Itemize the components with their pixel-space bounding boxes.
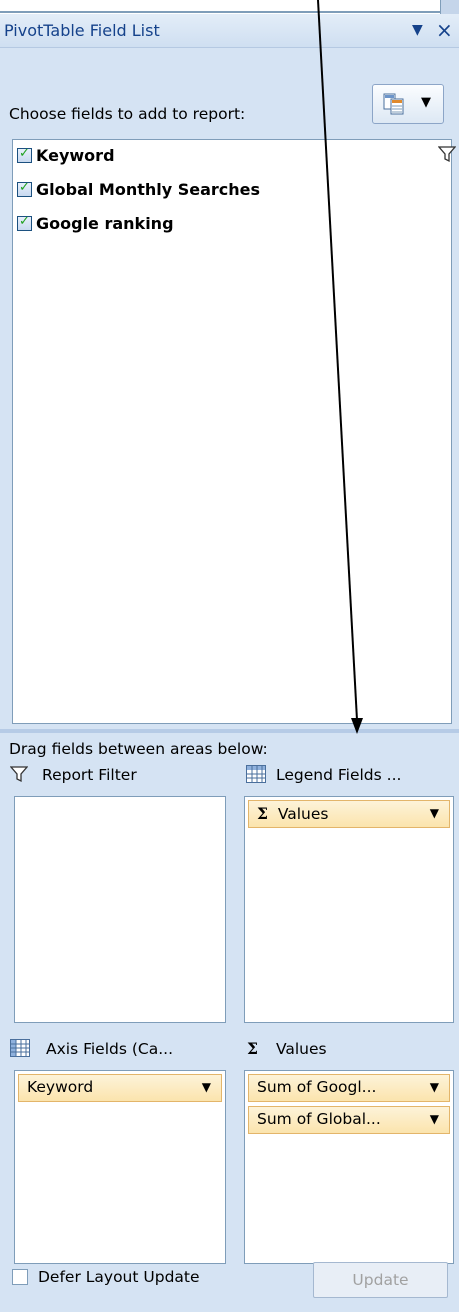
chip-label: Keyword — [27, 1078, 94, 1096]
field-checkbox-google-ranking[interactable]: ✓ — [17, 214, 32, 231]
chip-label: Sum of Googl... — [257, 1078, 377, 1096]
checkmark-icon: ✓ — [19, 180, 30, 195]
field-label: Google ranking — [36, 214, 174, 233]
window-border-line — [0, 11, 440, 13]
choose-fields-label: Choose fields to add to report: — [9, 105, 246, 123]
panel-title: PivotTable Field List — [4, 21, 160, 40]
pivottable-field-list-panel: PivotTable Field List ▼ × Choose fields … — [0, 14, 459, 1312]
report-filter-header: Report Filter — [9, 765, 137, 784]
chevron-down-icon: ▼ — [429, 806, 439, 820]
legend-values-chip[interactable]: Σ Values ▼ — [248, 800, 450, 828]
axis-keyword-chip[interactable]: Keyword ▼ — [18, 1074, 222, 1102]
defer-layout-label: Defer Layout Update — [38, 1268, 200, 1286]
filter-icon — [9, 766, 29, 783]
values-google-chip[interactable]: Sum of Googl... ▼ — [248, 1074, 450, 1102]
chevron-down-icon: ▼ — [429, 1112, 439, 1126]
values-global-chip[interactable]: Sum of Global... ▼ — [248, 1106, 450, 1134]
sigma-icon: Σ — [247, 1039, 258, 1058]
values-label: Values — [275, 1040, 327, 1058]
field-row-keyword[interactable]: ✓ Keyword — [17, 146, 115, 176]
section-splitter[interactable] — [0, 729, 459, 733]
field-list-box: ✓ Keyword ✓ Global Monthly Searches ✓ Googl… — [12, 139, 456, 724]
field-checkbox-keyword[interactable]: ✓ — [17, 146, 32, 163]
defer-layout-checkbox[interactable] — [12, 1269, 28, 1285]
chip-label: Sum of Global... — [257, 1110, 381, 1128]
field-checkbox-global-monthly-searches[interactable]: ✓ — [17, 180, 32, 197]
defer-layout-update[interactable]: Defer Layout Update — [12, 1268, 200, 1286]
grid-icon — [246, 765, 266, 783]
chip-label: Values — [277, 805, 329, 823]
chevron-down-icon: ▼ — [429, 1080, 439, 1094]
legend-fields-label: Legend Fields ... — [276, 766, 402, 784]
values-dropzone[interactable]: Sum of Googl... ▼ Sum of Global... ▼ — [244, 1070, 454, 1264]
filter-icon[interactable] — [438, 145, 456, 163]
worksheet-edge — [0, 0, 459, 14]
legend-fields-dropzone[interactable]: Σ Values ▼ — [244, 796, 454, 1023]
panel-titlebar: PivotTable Field List ▼ × — [0, 14, 459, 48]
checkmark-icon: ✓ — [19, 146, 30, 161]
layout-icon — [383, 93, 404, 115]
chevron-down-icon: ▼ — [201, 1080, 211, 1094]
report-filter-dropzone[interactable] — [14, 796, 226, 1023]
panel-options-chevron-down-icon[interactable]: ▼ — [412, 22, 423, 38]
layout-options-button[interactable]: ▼ — [372, 84, 444, 124]
field-label: Keyword — [36, 146, 115, 165]
axis-fields-label: Axis Fields (Ca... — [46, 1040, 174, 1058]
drag-fields-label: Drag fields between areas below: — [9, 740, 268, 758]
field-row-global-monthly-searches[interactable]: ✓ Global Monthly Searches — [17, 180, 260, 210]
report-filter-label: Report Filter — [42, 766, 137, 784]
grid-icon — [10, 1039, 30, 1057]
axis-fields-header: Axis Fields (Ca... — [10, 1039, 173, 1058]
legend-fields-header: Legend Fields ... — [246, 765, 401, 784]
scrollbar-stub[interactable] — [440, 0, 459, 14]
axis-fields-dropzone[interactable]: Keyword ▼ — [14, 1070, 226, 1264]
chevron-down-icon: ▼ — [421, 95, 431, 110]
sigma-icon: Σ — [257, 804, 268, 823]
values-header: Σ Values — [247, 1039, 327, 1058]
field-row-google-ranking[interactable]: ✓ Google ranking — [17, 214, 174, 244]
field-label: Global Monthly Searches — [36, 180, 261, 199]
checkmark-icon: ✓ — [19, 214, 30, 229]
update-button[interactable]: Update — [313, 1262, 448, 1298]
close-icon[interactable]: × — [436, 18, 453, 42]
